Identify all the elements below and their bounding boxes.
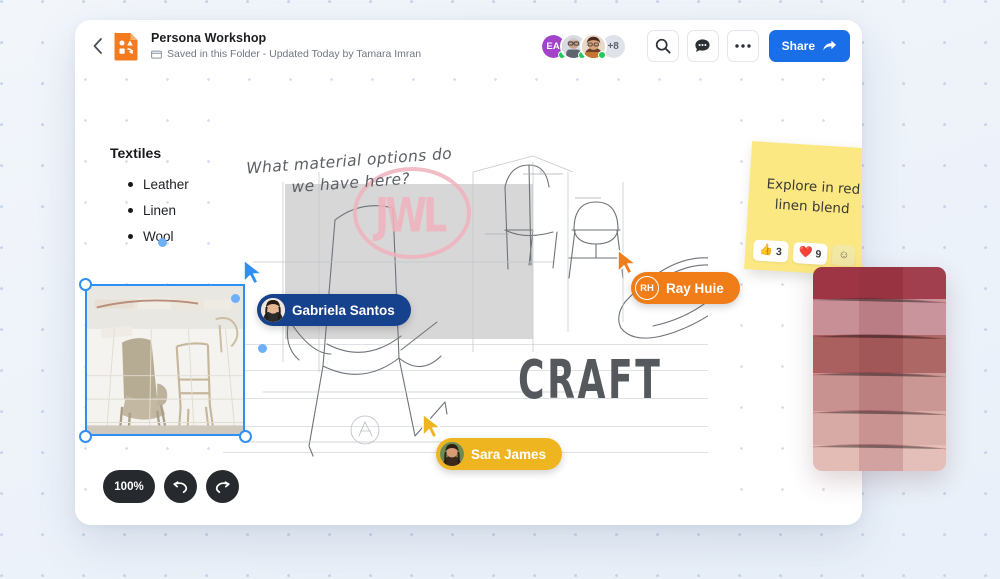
- bullet-icon: [128, 181, 133, 187]
- bullet-icon: [128, 233, 133, 239]
- anchor-dot: [258, 344, 267, 353]
- ellipsis-icon: [734, 44, 751, 48]
- cursor-label-gabriela-santos[interactable]: Gabriela Santos: [257, 294, 411, 326]
- cursor-avatar-initials: RH: [635, 276, 659, 300]
- share-button[interactable]: Share: [768, 30, 850, 62]
- zoom-toolbar: 100%: [103, 470, 239, 503]
- share-button-label: Share: [781, 39, 815, 53]
- cursor-arrow-icon: [422, 413, 442, 439]
- comment-button[interactable]: [686, 30, 719, 62]
- whiteboard-canvas[interactable]: Textiles Leather Linen Wool JWL What mat…: [75, 72, 862, 525]
- resize-handle-bottom-left[interactable]: [79, 430, 92, 443]
- app-window: Persona Workshop Saved in this Folder - …: [75, 20, 862, 525]
- avatar[interactable]: [579, 32, 607, 60]
- document-subtitle-text: Saved in this Folder - Updated Today by …: [167, 48, 422, 60]
- search-button[interactable]: [646, 30, 679, 62]
- zoom-level-button[interactable]: 100%: [103, 470, 155, 503]
- fabric-bands: [813, 267, 946, 471]
- chair-renders-image: [87, 286, 243, 434]
- watermark-text: JWL: [375, 187, 447, 243]
- bullet-icon: [128, 207, 133, 213]
- chevron-left-icon: [93, 38, 102, 54]
- resize-handle-bottom-right[interactable]: [239, 430, 252, 443]
- page-background: Persona Workshop Saved in this Folder - …: [0, 0, 1000, 579]
- more-options-button[interactable]: [726, 30, 759, 62]
- heart-emoji: ❤️: [798, 246, 813, 260]
- page-title: Persona Workshop: [151, 31, 267, 45]
- thumbs-up-emoji: 👍: [758, 243, 774, 257]
- document-subtitle: Saved in this Folder - Updated Today by …: [151, 47, 421, 61]
- reaction-heart[interactable]: ❤️ 9: [792, 241, 828, 266]
- share-arrow-icon: [823, 40, 836, 51]
- craft-lettering: CRAFT: [518, 348, 663, 411]
- redo-button[interactable]: [206, 470, 239, 503]
- collaborator-avatars: EA +8: [539, 32, 627, 60]
- redo-icon: [215, 481, 230, 494]
- anchor-dot: [158, 238, 167, 247]
- folder-icon: [151, 50, 162, 59]
- cursor-name: Ray Huie: [666, 280, 724, 296]
- add-reaction-emoji: ☺: [837, 248, 850, 262]
- sticky-note[interactable]: Explore in red linen blend 👍 3 ❤️ 9 ☺: [744, 141, 862, 277]
- search-icon: [655, 38, 671, 54]
- reaction-thumbs-up[interactable]: 👍 3: [752, 239, 789, 263]
- cursor-arrow-icon: [617, 249, 637, 275]
- red-fabric-swatch[interactable]: [813, 267, 946, 471]
- shapes-document-icon: [113, 31, 141, 61]
- cursor-avatar: [440, 442, 464, 466]
- reaction-count: 3: [775, 245, 783, 258]
- sticky-note-text: Explore in red linen blend: [766, 176, 861, 218]
- cursor-avatar: [261, 298, 285, 322]
- cursor-label-sara-james[interactable]: Sara James: [436, 438, 563, 470]
- resize-handle-top-left[interactable]: [79, 278, 92, 291]
- list-item-label: Linen: [143, 202, 177, 218]
- sticky-note-reactions: 👍 3 ❤️ 9 ☺: [752, 239, 857, 267]
- comment-icon: [695, 39, 710, 52]
- back-button[interactable]: [85, 31, 111, 61]
- cursor-name: Sara James: [471, 446, 547, 462]
- selected-image-object[interactable]: [85, 284, 245, 436]
- list-item-label: Leather: [143, 176, 189, 192]
- cursor-arrow-icon: [243, 259, 263, 285]
- header-bar: Persona Workshop Saved in this Folder - …: [75, 20, 862, 72]
- undo-button[interactable]: [164, 470, 197, 503]
- reaction-count: 9: [815, 247, 822, 261]
- cursor-label-ray-huie[interactable]: RH Ray Huie: [631, 272, 740, 304]
- add-reaction-button[interactable]: ☺: [831, 244, 857, 267]
- document-title-block: Persona Workshop Saved in this Folder - …: [151, 31, 421, 61]
- anchor-dot: [231, 294, 240, 303]
- undo-icon: [173, 481, 188, 494]
- cursor-name: Gabriela Santos: [292, 302, 395, 318]
- online-indicator: [597, 50, 606, 59]
